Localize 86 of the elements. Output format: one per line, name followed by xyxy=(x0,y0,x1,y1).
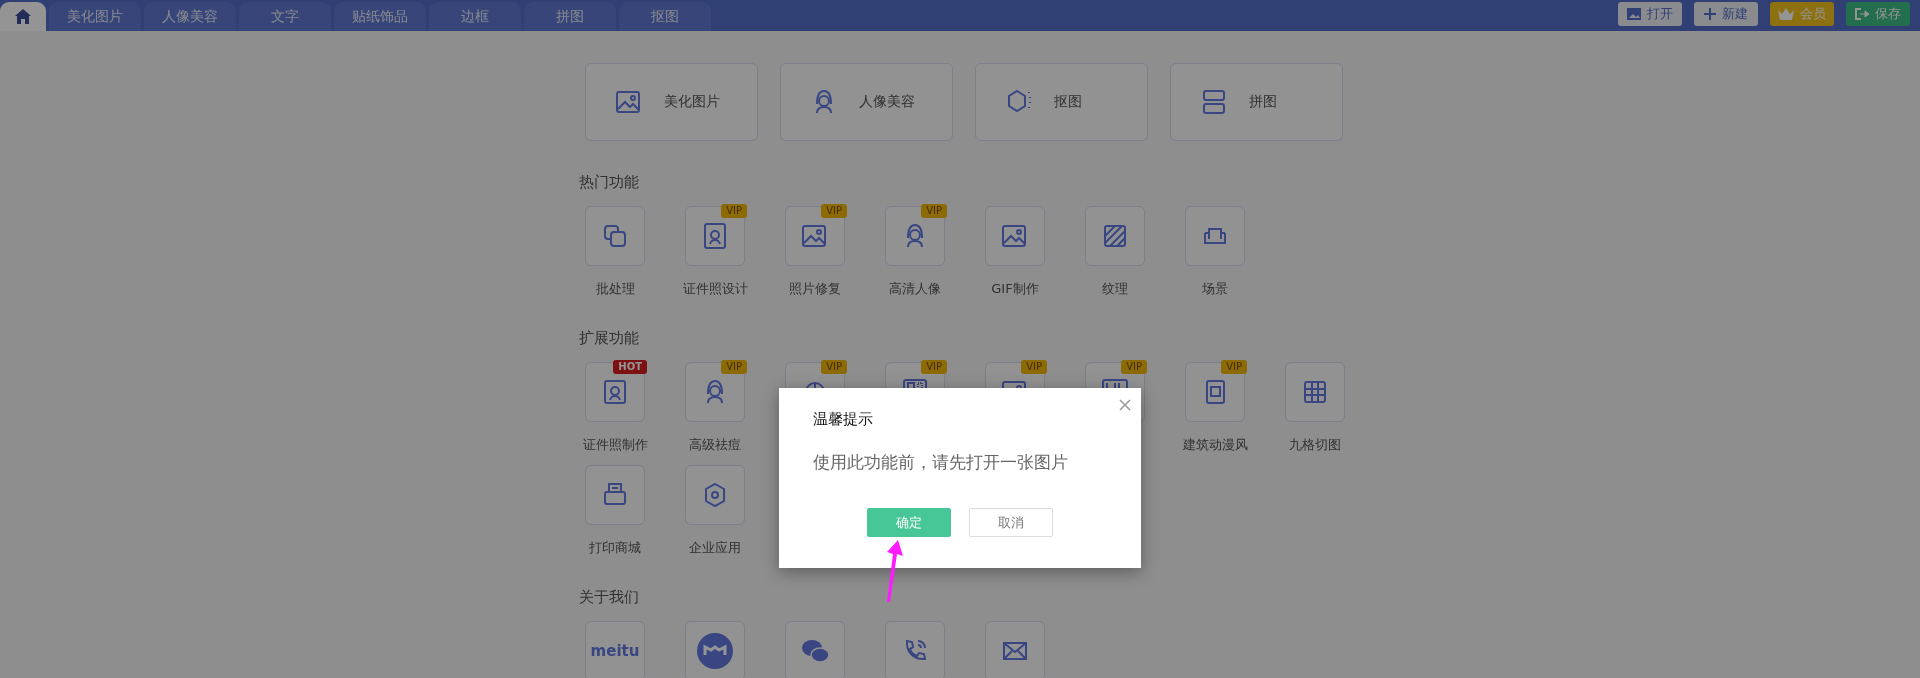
feature-tile[interactable] xyxy=(685,465,745,525)
id-photo-icon xyxy=(602,379,628,405)
tile-label: 证件照设计 xyxy=(682,280,748,297)
feature-card[interactable]: 抠图 xyxy=(975,63,1148,141)
tile-label: 纹理 xyxy=(1102,280,1128,297)
feature-tile[interactable] xyxy=(1185,206,1245,266)
dialog-message: 使用此功能前，请先打开一张图片 xyxy=(813,451,1069,474)
feature-card[interactable]: 美化图片 xyxy=(585,63,758,141)
feature-tile[interactable] xyxy=(585,206,645,266)
logo-icon xyxy=(697,633,733,669)
feature-tile[interactable]: HOT xyxy=(585,362,645,422)
badge: HOT xyxy=(613,360,647,374)
card-label: 抠图 xyxy=(1054,93,1082,111)
feature-tile[interactable]: VIP xyxy=(685,362,745,422)
crown-icon xyxy=(1778,7,1794,20)
section-title: 关于我们 xyxy=(579,588,640,607)
feature-tile[interactable] xyxy=(685,621,745,678)
frame-icon xyxy=(1102,379,1128,391)
tab[interactable]: 人像美容 xyxy=(144,2,236,31)
confirm-button[interactable]: 确定 xyxy=(867,508,951,537)
feature-tile[interactable]: VIP xyxy=(885,206,945,266)
feature-tile[interactable] xyxy=(985,621,1045,678)
hexagon-icon xyxy=(1006,89,1032,115)
feature-tile[interactable] xyxy=(1285,362,1345,422)
tile-label: 高级祛痘 xyxy=(689,436,741,453)
grid-icon xyxy=(1302,379,1328,405)
badge: VIP xyxy=(721,360,747,374)
toolbar-button[interactable]: 打开 xyxy=(1618,1,1682,26)
id-photo-icon xyxy=(702,223,728,249)
plus-icon xyxy=(1704,7,1716,20)
feature-tile[interactable]: VIP xyxy=(1185,362,1245,422)
tile-label: 企业应用 xyxy=(689,539,741,556)
save-button[interactable]: 保存 xyxy=(1846,1,1910,26)
logo-text: meitu xyxy=(590,642,640,660)
tab[interactable]: 美化图片 xyxy=(49,2,141,31)
feature-tile[interactable] xyxy=(585,465,645,525)
section-title: 热门功能 xyxy=(579,173,640,192)
tile-label: 九格切图 xyxy=(1289,436,1341,453)
badge: VIP xyxy=(921,204,947,218)
tile-label: 场景 xyxy=(1202,280,1228,297)
badge: VIP xyxy=(1121,360,1147,374)
hexagon-icon xyxy=(702,482,728,508)
tile-label: 照片修复 xyxy=(789,280,841,297)
home-icon xyxy=(15,9,31,24)
tile-label: GIF制作 xyxy=(991,280,1039,297)
section-title: 扩展功能 xyxy=(579,329,640,348)
badge: VIP xyxy=(721,204,747,218)
badge: VIP xyxy=(921,360,947,374)
card-label: 美化图片 xyxy=(664,93,720,111)
hatched-square-icon xyxy=(1102,223,1128,249)
tab[interactable]: 拼图 xyxy=(524,2,616,31)
card-label: 人像美容 xyxy=(859,93,915,111)
layout-icon xyxy=(1201,89,1227,115)
dialog-title: 温馨提示 xyxy=(813,410,874,429)
feature-tile[interactable] xyxy=(885,621,945,678)
feature-tile[interactable]: meitu xyxy=(585,621,645,678)
tab[interactable]: 文字 xyxy=(239,2,331,31)
close-icon[interactable] xyxy=(1119,399,1131,411)
copy-icon xyxy=(602,223,628,249)
printer-icon xyxy=(602,482,628,508)
feature-tile[interactable] xyxy=(1085,206,1145,266)
tab[interactable]: 贴纸饰品 xyxy=(334,2,426,31)
tile-label: 证件照制作 xyxy=(582,436,648,453)
badge: VIP xyxy=(1021,360,1047,374)
feature-tile[interactable] xyxy=(785,621,845,678)
feature-tile[interactable]: VIP xyxy=(685,206,745,266)
feature-tile[interactable]: VIP xyxy=(785,206,845,266)
tab[interactable]: 边框 xyxy=(429,2,521,31)
feature-card[interactable]: 人像美容 xyxy=(780,63,953,141)
badge: VIP xyxy=(821,204,847,218)
tile-label: 打印商城 xyxy=(589,539,641,556)
toolbar-button[interactable]: 新建 xyxy=(1694,1,1758,26)
tab[interactable]: 抠图 xyxy=(619,2,711,31)
annotation-arrow xyxy=(884,540,904,602)
cancel-button[interactable]: 取消 xyxy=(969,508,1053,537)
badge: VIP xyxy=(1221,360,1247,374)
feature-card[interactable]: 拼图 xyxy=(1170,63,1343,141)
feature-tile[interactable] xyxy=(985,206,1045,266)
tile-label: 批处理 xyxy=(595,280,635,297)
tile-label: 建筑动漫风 xyxy=(1182,436,1248,453)
tile-label: 高清人像 xyxy=(889,280,941,297)
member-button[interactable]: 会员 xyxy=(1770,1,1834,26)
badge: VIP xyxy=(821,360,847,374)
export-icon xyxy=(1855,7,1869,20)
card-label: 拼图 xyxy=(1249,93,1277,111)
home-tab[interactable] xyxy=(0,2,46,31)
